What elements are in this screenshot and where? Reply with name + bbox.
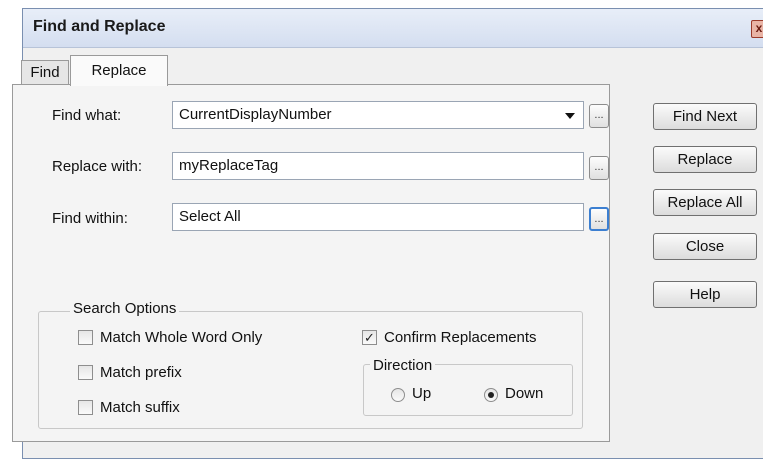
tab-replace[interactable]: Replace bbox=[70, 55, 168, 86]
checkbox-box[interactable] bbox=[78, 400, 93, 415]
tab-find[interactable]: Find bbox=[21, 60, 69, 85]
replace-with-browse-button[interactable]: ... bbox=[589, 156, 609, 180]
match-suffix-label: Match suffix bbox=[100, 399, 180, 416]
replace-with-label: Replace with: bbox=[52, 158, 143, 175]
direction-down-label: Down bbox=[505, 385, 544, 402]
direction-up-radio[interactable] bbox=[391, 388, 405, 402]
search-options-title: Search Options bbox=[70, 300, 180, 317]
find-within-label: Find within: bbox=[52, 210, 128, 227]
replace-with-input[interactable]: myReplaceTag bbox=[172, 152, 584, 180]
find-what-label: Find what: bbox=[52, 107, 122, 124]
checkmark-icon[interactable]: ✓ bbox=[362, 330, 377, 345]
find-within-browse-button[interactable]: ... bbox=[589, 207, 609, 231]
dialog-title: Find and Replace bbox=[33, 18, 166, 35]
checkbox-box[interactable] bbox=[78, 330, 93, 345]
confirm-replacements-label: Confirm Replacements bbox=[384, 329, 537, 346]
find-what-value: CurrentDisplayNumber bbox=[179, 106, 332, 123]
replace-button[interactable]: Replace bbox=[653, 146, 757, 173]
replace-all-button[interactable]: Replace All bbox=[653, 189, 757, 216]
match-whole-word-label: Match Whole Word Only bbox=[100, 329, 263, 346]
direction-up-label: Up bbox=[412, 385, 432, 402]
direction-title: Direction bbox=[370, 357, 436, 374]
direction-down-radio[interactable] bbox=[484, 388, 498, 402]
chevron-down-icon[interactable] bbox=[565, 113, 575, 119]
find-within-input[interactable]: Select All bbox=[172, 203, 584, 231]
checkbox-box[interactable] bbox=[78, 365, 93, 380]
find-within-value: Select All bbox=[179, 208, 241, 225]
match-prefix-label: Match prefix bbox=[100, 364, 182, 381]
find-what-browse-button[interactable]: ... bbox=[589, 104, 609, 128]
close-button[interactable]: Close bbox=[653, 233, 757, 260]
find-what-combobox[interactable]: CurrentDisplayNumber bbox=[172, 101, 584, 129]
help-button[interactable]: Help bbox=[653, 281, 757, 308]
replace-with-value: myReplaceTag bbox=[179, 157, 279, 174]
title-bar[interactable]: Find and Replace x bbox=[23, 9, 763, 48]
close-icon[interactable]: x bbox=[751, 20, 763, 38]
find-next-button[interactable]: Find Next bbox=[653, 103, 757, 130]
